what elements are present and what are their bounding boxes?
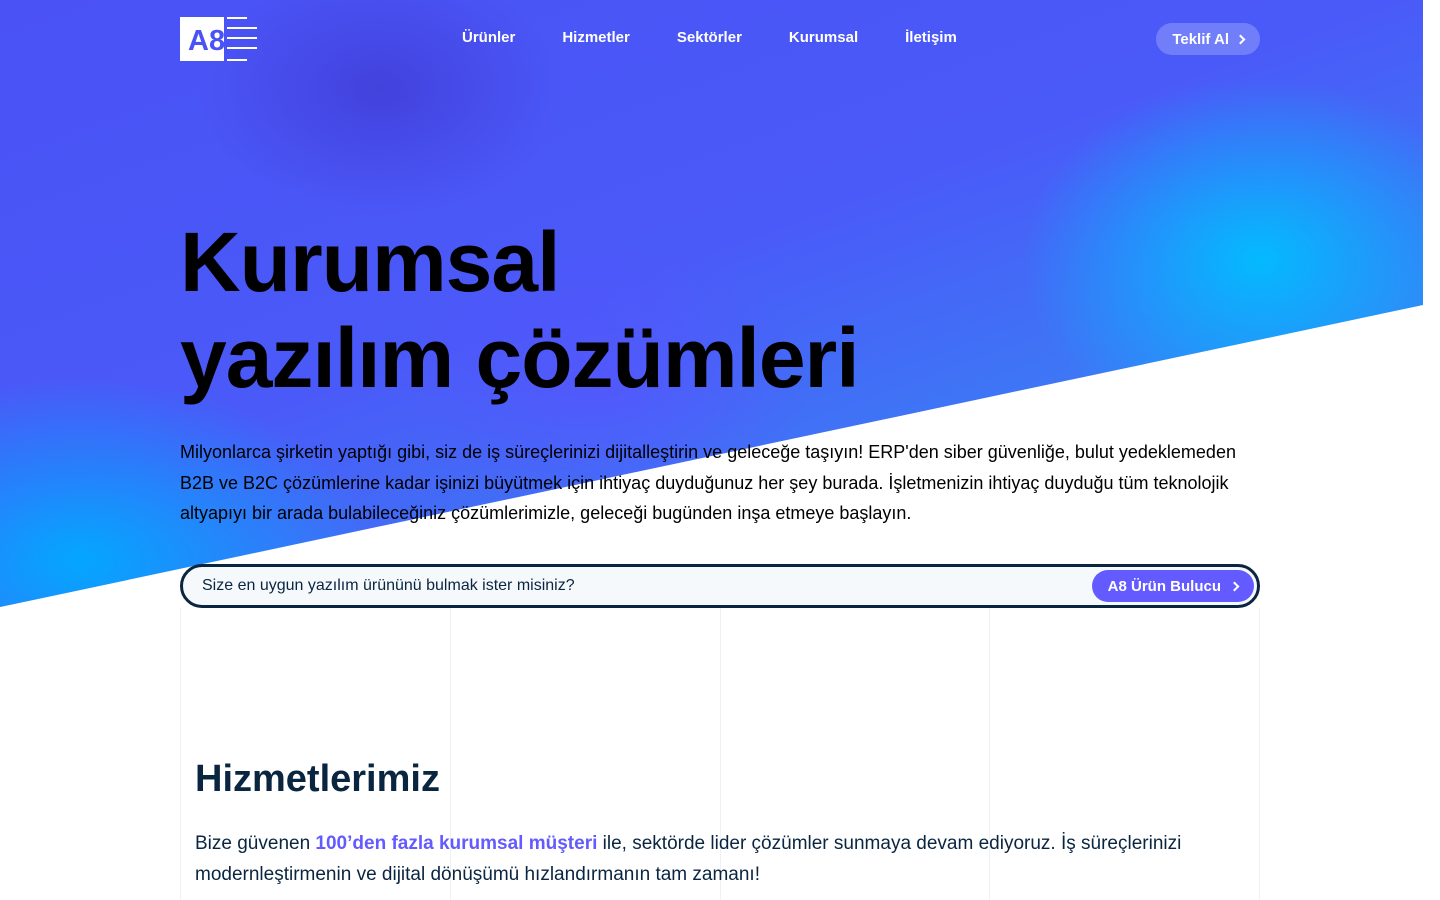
nav-item-urunler[interactable]: Ürünler bbox=[462, 29, 515, 46]
services-desc-highlight: 100’den fazla kurumsal müşteri bbox=[315, 833, 598, 854]
logo-text: A8 bbox=[188, 25, 225, 57]
main-nav: Ürünler Hizmetler Sektörler Kurumsal İle… bbox=[462, 29, 957, 46]
nav-item-hizmetler[interactable]: Hizmetler bbox=[562, 29, 630, 46]
grid-line bbox=[1259, 608, 1260, 900]
product-finder-bar: A8 Ürün Bulucu bbox=[180, 564, 1260, 608]
grid-line bbox=[180, 608, 181, 900]
teklif-al-label: Teklif Al bbox=[1172, 30, 1229, 48]
hero-description: Milyonlarca şirketin yaptığı gibi, siz d… bbox=[180, 442, 1236, 523]
hero-title-line1: Kurumsal bbox=[180, 215, 560, 309]
page-scrollbar[interactable] bbox=[1423, 0, 1440, 900]
nav-item-sektorler[interactable]: Sektörler bbox=[677, 29, 742, 46]
chevron-right-icon bbox=[1235, 34, 1246, 44]
product-finder-label: A8 Ürün Bulucu bbox=[1107, 577, 1221, 595]
hero-title-line2: yazılım çözümleri bbox=[180, 311, 860, 405]
services-description: Bize güvenen 100’den fazla kurumsal müşt… bbox=[195, 829, 1235, 890]
teklif-al-button[interactable]: Teklif Al bbox=[1156, 23, 1260, 55]
a8-logo[interactable]: A8 bbox=[180, 16, 260, 62]
chevron-right-icon bbox=[1229, 581, 1240, 591]
nav-item-kurumsal[interactable]: Kurumsal bbox=[789, 29, 858, 46]
product-finder-button[interactable]: A8 Ürün Bulucu bbox=[1091, 570, 1254, 602]
services-desc-before: Bize güvenen bbox=[195, 833, 316, 854]
hero-title: Kurumsal yazılım çözümleri bbox=[180, 214, 1080, 406]
services-title: Hizmetlerimiz bbox=[195, 758, 440, 800]
site-header: A8 Ürünler Hizmetler Sektörler Kurumsal … bbox=[180, 16, 1260, 62]
product-search-input[interactable] bbox=[183, 577, 1092, 595]
nav-item-iletisim[interactable]: İletişim bbox=[905, 29, 957, 46]
